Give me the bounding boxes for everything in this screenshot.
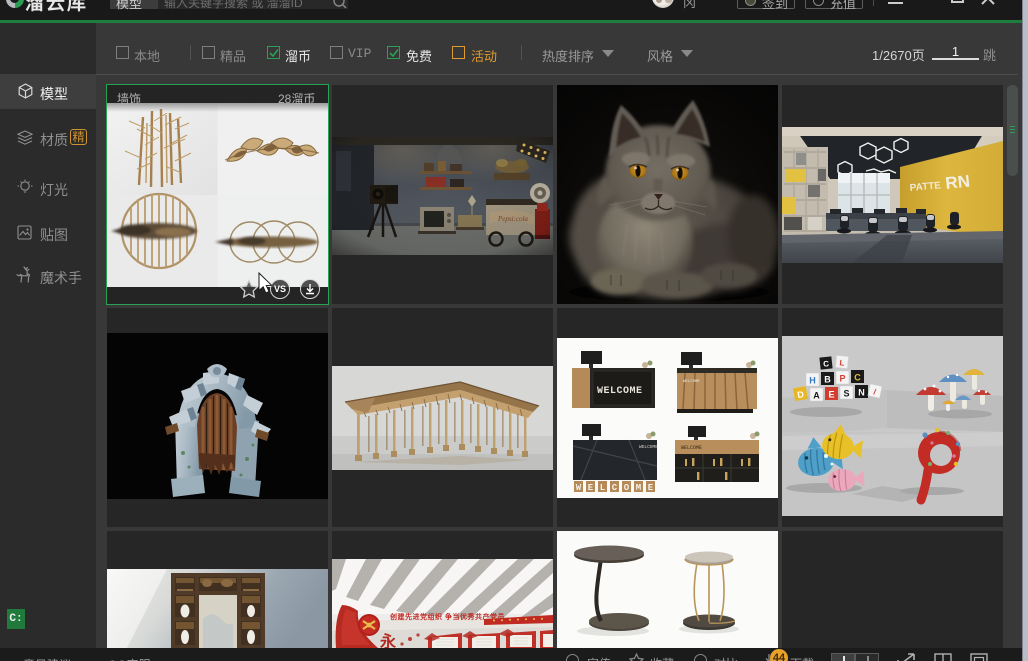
svg-text:O: O bbox=[624, 483, 630, 493]
svg-text:A: A bbox=[813, 391, 820, 401]
svg-text:H: H bbox=[809, 376, 816, 386]
svg-text:B: B bbox=[824, 375, 831, 385]
svg-text:S: S bbox=[843, 389, 849, 399]
svg-text:E: E bbox=[648, 483, 654, 493]
svg-text:WELCOME: WELCOME bbox=[683, 380, 700, 384]
svg-text:永: 永 bbox=[379, 632, 396, 648]
svg-text:W: W bbox=[576, 483, 582, 493]
svg-text:E: E bbox=[828, 390, 834, 400]
svg-text:L: L bbox=[600, 483, 605, 493]
svg-text:C: C bbox=[854, 373, 861, 383]
svg-text:M: M bbox=[636, 483, 641, 493]
svg-text:N: N bbox=[858, 388, 865, 398]
svg-text:E: E bbox=[588, 483, 594, 493]
svg-text:C: C bbox=[823, 359, 830, 369]
svg-text:C: C bbox=[612, 483, 618, 493]
svg-text:WELCOME: WELCOME bbox=[681, 445, 702, 451]
svg-text:P: P bbox=[839, 374, 845, 384]
svg-text:WELCOME: WELCOME bbox=[639, 444, 658, 450]
svg-text:RN: RN bbox=[944, 172, 970, 193]
svg-text:WELCOME: WELCOME bbox=[597, 386, 643, 397]
